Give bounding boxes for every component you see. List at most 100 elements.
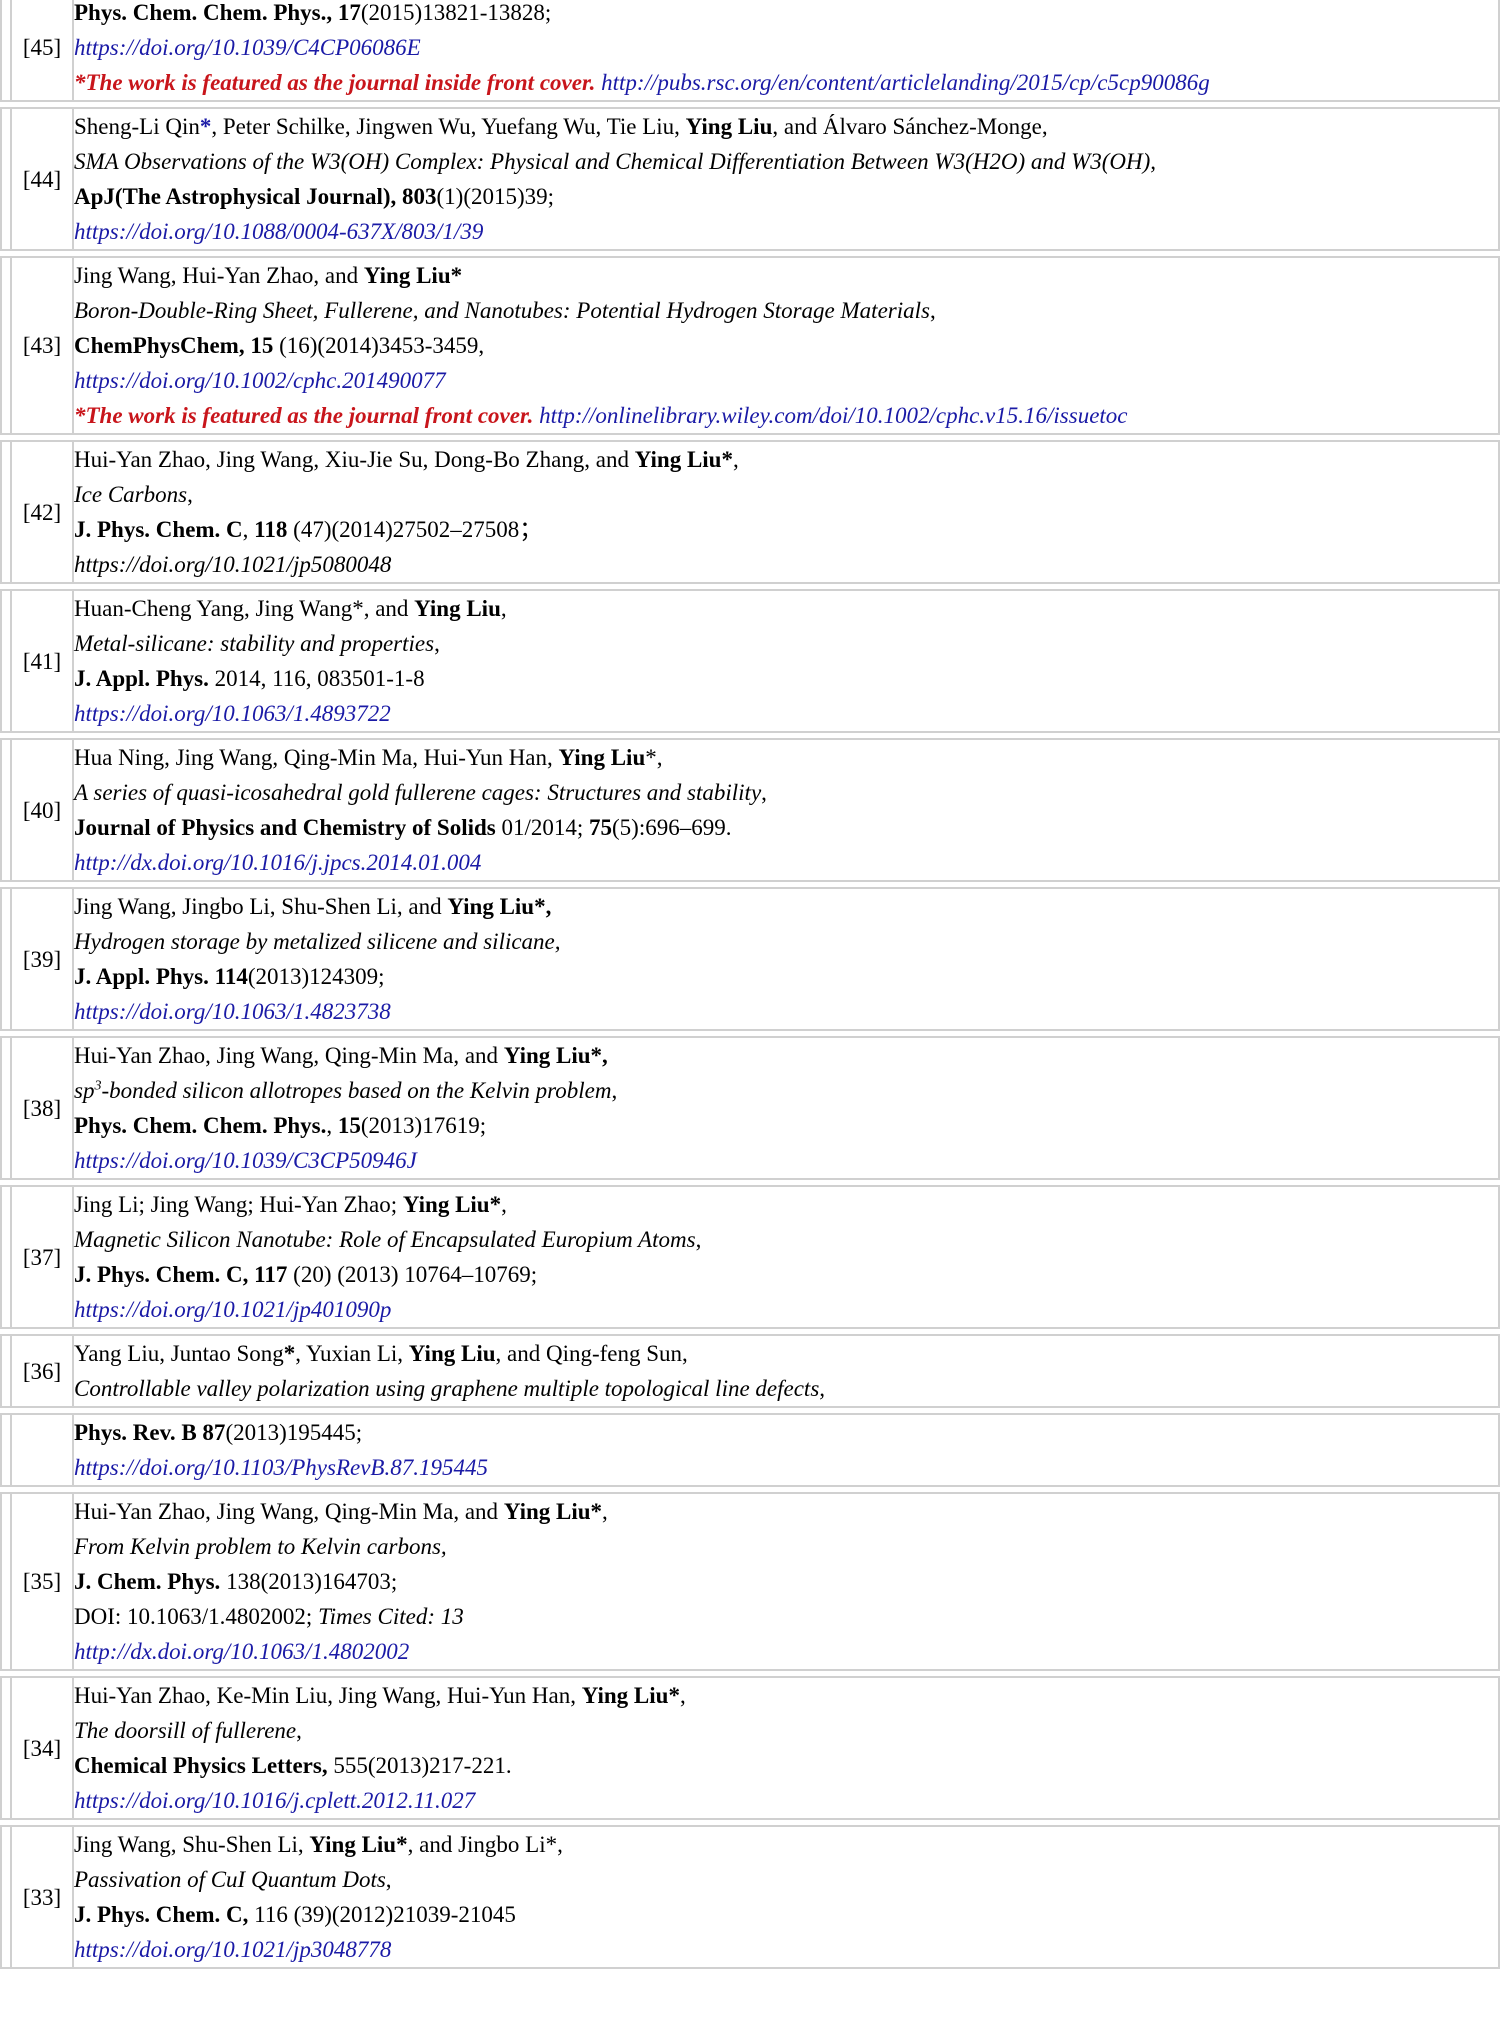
highlighted-author: Ying Liu*	[402, 1192, 502, 1217]
journal: J. Phys. Chem. C, 117	[74, 1262, 288, 1287]
publication-row: [43] Jing Wang, Hui-Yan Zhao, and Ying L…	[0, 256, 1500, 435]
feature-link[interactable]: http://onlinelibrary.wiley.com/doi/10.10…	[539, 403, 1127, 428]
publication-row: [35] Hui-Yan Zhao, Jing Wang, Qing-Min M…	[0, 1492, 1500, 1671]
highlighted-author: Ying Liu*,	[503, 1043, 608, 1068]
journal: Journal of Physics and Chemistry of Soli…	[74, 815, 496, 840]
article-title: From Kelvin problem to Kelvin carbons,	[74, 1534, 447, 1559]
journal: ApJ(The Astrophysical Journal), 803	[74, 184, 437, 209]
journal: Phys. Chem. Chem. Phys., 17	[74, 0, 361, 25]
highlighted-author: Ying Liu*	[503, 1499, 603, 1524]
entry-number: [36]	[10, 1334, 72, 1408]
entry-number: [38]	[10, 1036, 72, 1180]
corresponding-star: *	[199, 114, 212, 139]
doi-text: DOI: 10.1063/1.4802002;	[74, 1604, 319, 1629]
doi-link[interactable]: https://doi.org/10.1063/1.4893722	[74, 701, 391, 726]
citation: 116 (39)(2012)21039-21045	[248, 1902, 516, 1927]
article-title: SMA Observations of the W3(OH) Complex: …	[74, 149, 1157, 174]
article-title: Hydrogen storage by metalized silicene a…	[74, 929, 561, 954]
highlighted-author: Ying Liu*	[363, 263, 463, 288]
entry-number: [35]	[10, 1492, 72, 1671]
entry-body: Hua Ning, Jing Wang, Qing-Min Ma, Hui-Yu…	[72, 738, 1500, 882]
citation: 555(2013)217-221.	[327, 1753, 512, 1778]
highlighted-author: Ying Liu*	[581, 1683, 680, 1708]
entry-number: [37]	[10, 1185, 72, 1329]
journal: Chemical Physics Letters,	[74, 1753, 328, 1778]
entry-number: [42]	[10, 440, 72, 584]
authors: Yang Liu, Juntao Song*, Yuxian Li, Ying …	[74, 1341, 688, 1366]
entry-body: Yang Liu, Juntao Song*, Yuxian Li, Ying …	[72, 1334, 1500, 1408]
citation: (2015)13821-13828;	[360, 0, 552, 25]
article-title: Controllable valley polarization using g…	[74, 1376, 826, 1401]
publication-row: [34] Hui-Yan Zhao, Ke-Min Liu, Jing Wang…	[0, 1676, 1500, 1820]
doi-link[interactable]: https://doi.org/10.1021/jp401090p	[74, 1297, 391, 1322]
doi-link[interactable]: https://doi.org/10.1039/C3CP50946J	[74, 1148, 417, 1173]
citation: (1)(2015)39;	[436, 184, 555, 209]
volume: 15	[337, 1113, 361, 1138]
entry-body: Hui-Yan Zhao, Ke-Min Liu, Jing Wang, Hui…	[72, 1676, 1500, 1820]
entry-number: [39]	[10, 887, 72, 1031]
publication-row: [39] Jing Wang, Jingbo Li, Shu-Shen Li, …	[0, 887, 1500, 1031]
doi-link[interactable]: https://doi.org/10.1021/jp3048778	[74, 1937, 391, 1962]
authors: Hui-Yan Zhao, Jing Wang, Xiu-Jie Su, Don…	[74, 447, 739, 472]
entry-body: Jing Wang, Jingbo Li, Shu-Shen Li, and Y…	[72, 887, 1500, 1031]
article-title: Boron-Double-Ring Sheet, Fullerene, and …	[74, 298, 930, 323]
highlighted-author: Ying Liu	[558, 745, 646, 770]
volume: 118	[254, 517, 288, 542]
publication-row: [37] Jing Li; Jing Wang; Hui-Yan Zhao; Y…	[0, 1185, 1500, 1329]
authors: Hua Ning, Jing Wang, Qing-Min Ma, Hui-Yu…	[74, 745, 663, 770]
doi-link[interactable]: https://doi.org/10.1002/cphc.201490077	[74, 368, 446, 393]
doi-link[interactable]: https://doi.org/10.1103/PhysRevB.87.1954…	[74, 1455, 488, 1480]
entry-number: [34]	[10, 1676, 72, 1820]
entry-body: Hui-Yan Zhao, Jing Wang, Xiu-Jie Su, Don…	[72, 440, 1500, 584]
journal: J. Appl. Phys. 114	[74, 964, 248, 989]
authors: Jing Wang, Jingbo Li, Shu-Shen Li, and Y…	[74, 894, 552, 919]
publication-row: [36] Yang Liu, Juntao Song*, Yuxian Li, …	[0, 1334, 1500, 1408]
volume: 75	[589, 815, 612, 840]
doi-link[interactable]: https://doi.org/10.1016/j.cplett.2012.11…	[74, 1788, 475, 1813]
highlighted-author: Ying Liu	[414, 596, 501, 621]
doi-link[interactable]: https://doi.org/10.1039/C4CP06086E	[74, 35, 421, 60]
corresponding-star: *	[283, 1341, 296, 1366]
citation: (2013)17619;	[360, 1113, 487, 1138]
article-title: A series of quasi-icosahedral gold fulle…	[74, 780, 762, 805]
authors: Sheng-Li Qin*, Peter Schilke, Jingwen Wu…	[74, 114, 1048, 139]
publications-table: [45] Phys. Chem. Chem. Phys., 17(2015)13…	[0, 0, 1500, 1974]
feature-link[interactable]: http://pubs.rsc.org/en/content/articlela…	[601, 70, 1210, 95]
authors: Huan-Cheng Yang, Jing Wang*, and Ying Li…	[74, 596, 507, 621]
entry-body: Hui-Yan Zhao, Jing Wang, Qing-Min Ma, an…	[72, 1492, 1500, 1671]
citation: (2013)195445;	[225, 1420, 363, 1445]
article-title: The doorsill of fullerene	[74, 1718, 297, 1743]
entry-number: [40]	[10, 738, 72, 882]
entry-body: Jing Li; Jing Wang; Hui-Yan Zhao; Ying L…	[72, 1185, 1500, 1329]
citation: (5):696–699.	[612, 815, 732, 840]
entry-body: Jing Wang, Hui-Yan Zhao, and Ying Liu* B…	[72, 256, 1500, 435]
highlighted-author: Ying Liu	[685, 114, 773, 139]
entry-body: Phys. Rev. B 87(2013)195445; https://doi…	[72, 1413, 1500, 1487]
doi-link[interactable]: http://dx.doi.org/10.1063/1.4802002	[74, 1639, 409, 1664]
highlighted-author: Ying Liu	[408, 1341, 496, 1366]
publication-row: Phys. Rev. B 87(2013)195445; https://doi…	[0, 1413, 1500, 1487]
highlighted-author: Ying Liu*	[309, 1832, 408, 1857]
journal: ChemPhysChem, 15	[74, 333, 274, 358]
doi-link[interactable]: https://doi.org/10.1063/1.4823738	[74, 999, 391, 1024]
journal: Phys. Rev. B 87	[74, 1420, 226, 1445]
journal: J. Appl. Phys.	[74, 666, 209, 691]
article-title: Passivation of CuI Quantum Dots	[74, 1867, 386, 1892]
entry-number: [33]	[10, 1825, 72, 1969]
citation: (20) (2013) 10764–10769;	[287, 1262, 538, 1287]
publication-row: [41] Huan-Cheng Yang, Jing Wang*, and Yi…	[0, 589, 1500, 733]
authors: Hui-Yan Zhao, Ke-Min Liu, Jing Wang, Hui…	[74, 1683, 686, 1708]
citation: (47)(2014)27502–27508；	[287, 517, 543, 542]
entry-number: [41]	[10, 589, 72, 733]
publication-row: [45] Phys. Chem. Chem. Phys., 17(2015)13…	[0, 0, 1500, 102]
authors: Jing Wang, Hui-Yan Zhao, and Ying Liu*	[74, 263, 463, 288]
article-title: Ice Carbons	[74, 482, 188, 507]
doi-link[interactable]: http://dx.doi.org/10.1016/j.jpcs.2014.01…	[74, 850, 481, 875]
article-title: Magnetic Silicon Nanotube: Role of Encap…	[74, 1227, 696, 1252]
authors: Jing Wang, Shu-Shen Li, Ying Liu*, and J…	[74, 1832, 563, 1857]
highlighted-author: Ying Liu*,	[447, 894, 552, 919]
journal: J. Chem. Phys.	[74, 1569, 221, 1594]
feature-note: *The work is featured as the journal ins…	[74, 70, 596, 95]
doi-link[interactable]: https://doi.org/10.1088/0004-637X/803/1/…	[74, 219, 483, 244]
doi-link[interactable]: https://doi.org/10.1021/jp5080048	[74, 552, 391, 577]
